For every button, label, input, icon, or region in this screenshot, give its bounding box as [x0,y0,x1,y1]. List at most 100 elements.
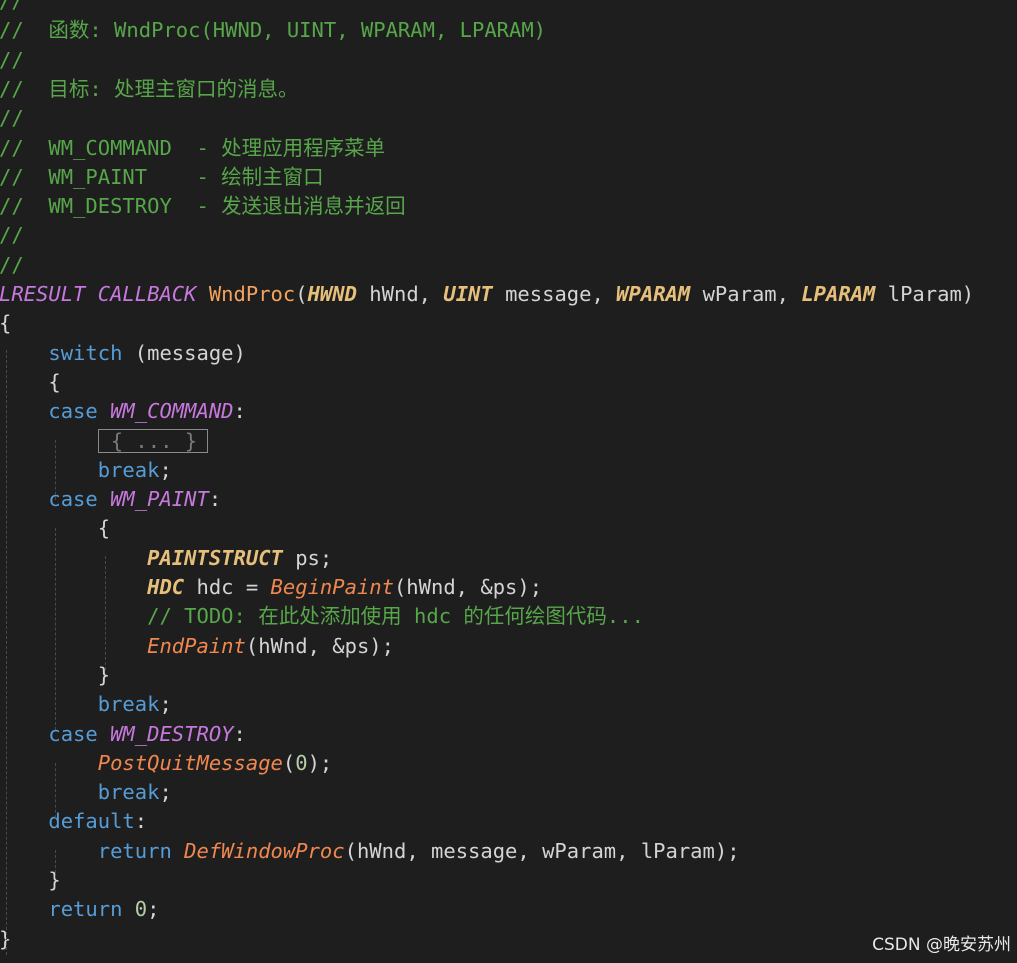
watermark: CSDN @晚安苏州 [872,935,1011,955]
indent-guide [105,556,106,670]
code-token: LPARAM [801,282,876,306]
code-line[interactable]: // [0,46,24,75]
code-line[interactable]: { ... } [0,427,209,456]
code-line[interactable]: // WM_COMMAND - 处理应用程序菜单 [0,134,385,163]
code-token: ; [159,780,172,805]
code-line[interactable]: case WM_PAINT: [0,485,221,514]
code-line[interactable]: // TODO: 在此处添加使用 hdc 的任何绘图代码... [0,602,644,631]
code-line[interactable]: } [0,866,61,895]
code-line[interactable]: case WM_DESTROY: [0,720,246,749]
code-token: EndPaint [147,633,246,658]
indent-guide [55,763,56,818]
code-token: wParam, [690,282,802,306]
code-token: WM_DESTROY [110,721,234,746]
code-token: case [48,399,98,424]
indent-guide [55,528,56,730]
code-token: CALLBACK [97,282,197,306]
code-line[interactable]: // [0,0,24,16]
code-line[interactable]: HDC hdc = BeginPaint(hWnd, &ps); [0,573,542,602]
code-token: hWnd, [356,282,444,306]
code-token: // [0,106,24,131]
code-token: ; [159,692,172,717]
code-line[interactable]: // 函数: WndProc(HWND, UINT, WPARAM, LPARA… [0,16,546,45]
code-token: switch [48,340,123,365]
code-token: ); [307,750,333,775]
code-line[interactable]: { [0,368,61,397]
code-line[interactable]: break; [0,690,172,719]
code-line[interactable]: // [0,104,24,133]
code-token: HDC [147,575,185,599]
code-editor[interactable]: // // 函数: WndProc(HWND, UINT, WPARAM, LPA… [0,0,1017,963]
code-token: WM_PAINT [110,487,209,512]
code-line[interactable]: default: [0,807,147,836]
code-token: DefWindowProc [184,838,345,863]
code-line[interactable]: { [0,309,11,338]
code-token: PAINTSTRUCT [147,545,283,570]
code-line[interactable]: case WM_COMMAND: [0,397,246,426]
indent-guide [55,850,56,878]
code-line[interactable]: break; [0,778,172,807]
indent-guide [55,440,56,500]
code-token: (message) [122,340,246,365]
code-line[interactable]: LRESULT CALLBACK WndProc(HWND hWnd, UINT… [0,280,974,309]
code-line[interactable]: break; [0,456,172,485]
code-token: { [0,311,12,336]
code-token: LRESULT [0,282,86,306]
code-token: UINT [443,282,493,306]
code-token: : [208,487,222,512]
code-token: (hWnd, &ps); [245,633,394,658]
code-token: hdc = [184,575,271,599]
code-token: 0 [295,750,308,775]
code-line[interactable]: switch (message) [0,339,246,368]
code-token: { [0,369,61,394]
code-token: } [0,868,61,892]
code-token: : [134,809,148,834]
code-token: // [0,252,24,277]
code-line[interactable]: // WM_PAINT - 绘制主窗口 [0,163,324,192]
code-token: break [97,780,160,805]
collapsed-region-button[interactable]: { ... } [97,428,209,453]
code-token: (hWnd, message, wParam, lParam); [344,838,740,863]
code-token: 0 [134,897,148,922]
code-token: // 目标: 处理主窗口的消息。 [0,76,299,101]
code-token: break [97,457,160,482]
code-line[interactable]: EndPaint(hWnd, &ps); [0,632,394,661]
code-line[interactable]: // [0,251,24,280]
code-token: : [233,721,246,746]
code-line[interactable]: // [0,221,24,250]
code-token: return [48,897,123,922]
code-token: // WM_DESTROY - 发送退出消息并返回 [0,194,406,219]
code-line[interactable]: return 0; [0,895,159,924]
code-token: return [97,838,172,863]
code-line[interactable]: PostQuitMessage(0); [0,749,333,778]
code-token: : [233,399,246,424]
code-token: WndProc [208,282,296,306]
code-token: HWND [307,282,357,306]
code-line[interactable]: // 目标: 处理主窗口的消息。 [0,75,299,104]
code-line[interactable]: // WM_DESTROY - 发送退出消息并返回 [0,192,406,221]
indent-guide [6,350,7,955]
code-token: default [48,809,135,834]
code-line[interactable]: PAINTSTRUCT ps; [0,544,332,573]
code-line[interactable]: return DefWindowProc(hWnd, message, wPar… [0,837,740,866]
